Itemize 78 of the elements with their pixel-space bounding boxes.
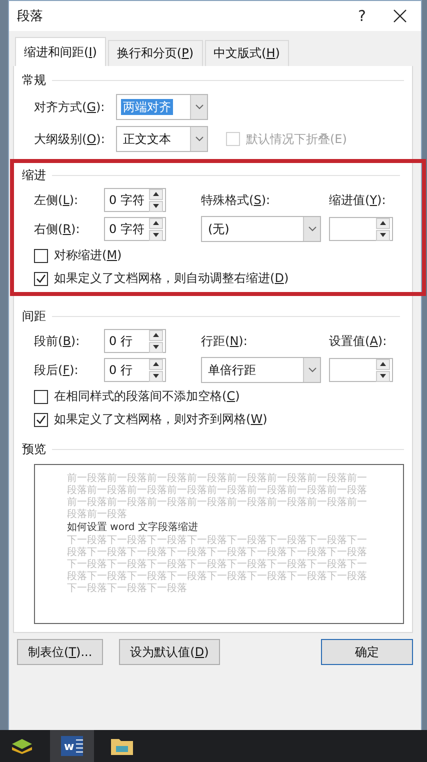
dropdown[interactable]: 单倍行距 [201, 357, 321, 383]
spin-field[interactable]: 0 行 [104, 358, 166, 382]
spin-down-button[interactable] [376, 370, 390, 382]
section-title: 常规 [22, 72, 46, 89]
chevron-down-icon [194, 136, 204, 142]
triangle-up-icon [153, 221, 159, 225]
field-label: 设置值(A): [329, 332, 388, 350]
checkbox-label: 在相同样式的段落间不添加空格(C) [54, 388, 240, 405]
chevron-down-icon [194, 104, 204, 110]
dropdown[interactable]: 正文文本 [116, 126, 208, 152]
spin-field[interactable] [329, 358, 393, 382]
spin-down-button[interactable] [149, 370, 163, 382]
stack-icon [12, 738, 32, 754]
field-label: 段前(B): [34, 332, 81, 350]
checkbox[interactable] [34, 390, 48, 404]
checkbox[interactable] [34, 412, 48, 426]
dropdown[interactable]: (无) [201, 216, 321, 242]
triangle-down-icon [380, 233, 386, 237]
chevron-down-icon [308, 367, 316, 373]
spin-up-button[interactable] [376, 218, 390, 228]
triangle-up-icon [380, 221, 386, 225]
section-title: 间距 [22, 308, 46, 325]
triangle-down-icon [380, 374, 386, 378]
section-title: 缩进 [22, 167, 46, 184]
dialog-button[interactable]: 设为默认值(D) [119, 639, 220, 665]
spin-up-button[interactable] [149, 188, 163, 200]
section-title: 预览 [22, 441, 46, 458]
spin-down-button[interactable] [376, 230, 390, 240]
checkbox-label: 对称缩进(M) [54, 247, 122, 264]
dialog-button[interactable]: 确定 [321, 639, 413, 665]
field-label: 段后(F): [34, 362, 80, 378]
triangle-up-icon [153, 192, 159, 196]
triangle-down-icon [153, 345, 159, 349]
spin-down-button[interactable] [149, 342, 163, 352]
preview-text: 如何设置 word 文字段落缩进 [67, 522, 199, 534]
triangle-up-icon [153, 333, 159, 337]
triangle-down-icon [153, 204, 159, 208]
spin-up-button[interactable] [149, 358, 163, 370]
checkbox-label: 如果定义了文档网格，则自动调整右缩进(D) [54, 270, 289, 287]
spin-up-button[interactable] [149, 218, 163, 228]
field-label: 左侧(L): [34, 192, 80, 208]
checkbox-label: 默认情况下折叠(E) [246, 130, 347, 148]
triangle-down-icon [153, 233, 159, 237]
field-label: 缩进值(Y): [329, 192, 387, 208]
triangle-down-icon [153, 374, 159, 378]
folder-icon [111, 737, 133, 755]
checkbox[interactable] [34, 248, 48, 262]
checkbox[interactable] [34, 272, 48, 286]
help-button[interactable]: ? [339, 7, 385, 25]
spin-field[interactable] [329, 217, 393, 241]
field-label: 右侧(R): [34, 220, 81, 238]
checkmark-icon [36, 414, 46, 424]
field-label: 行距(N): [201, 332, 248, 350]
triangle-up-icon [153, 362, 159, 366]
preview-text: 前一段落前一段落前一段落前一段落前一段落前一段落前一段落前一段落前一段落前一段落前一段落前一段落前一段落前一段落前一段落前一段落前一段落前一段落前一段落前一段落前一段落前一段落前一段落前一段落 [67, 473, 368, 521]
window-title: 段落 [17, 8, 44, 25]
tab[interactable]: 中文版式(H) [204, 40, 289, 66]
field-label: 特殊格式(S): [201, 192, 272, 208]
field-label: 对齐方式(G): [34, 98, 106, 116]
word-app-icon: w [61, 736, 83, 756]
spin-down-button[interactable] [149, 230, 163, 240]
triangle-up-icon [380, 362, 386, 366]
tab[interactable]: 缩进和间距(I) [15, 37, 106, 66]
dialog-button[interactable]: 制表位(T)... [17, 639, 104, 665]
tab[interactable]: 换行和分页(P) [108, 40, 203, 66]
field-label: 大纲级别(O): [34, 130, 106, 148]
preview-text: 下一段落下一段落下一段落下一段落下一段落下一段落下一段落下一段落下一段落下一段落下一段落下一段落下一段落下一段落下一段落下一段落下一段落下一段落下一段落下一段落下一段落下一段落下一段落下一段落下一段落下一段落下一段落下一段落下一段落下一段落下一段落下一段落下一段落 [67, 535, 368, 595]
checkmark-icon [36, 274, 46, 284]
chevron-down-icon [308, 226, 316, 232]
checkbox-label: 如果定义了文档网格，则对齐到网格(W) [54, 411, 268, 428]
spin-down-button[interactable] [149, 200, 163, 212]
taskbar-button[interactable]: w [50, 730, 94, 762]
spin-up-button[interactable] [376, 358, 390, 370]
close-icon[interactable] [393, 9, 407, 23]
spin-field[interactable]: 0 行 [104, 329, 166, 353]
spin-field[interactable]: 0 字符 [104, 217, 166, 241]
spin-up-button[interactable] [149, 330, 163, 340]
spin-field[interactable]: 0 字符 [104, 188, 166, 212]
